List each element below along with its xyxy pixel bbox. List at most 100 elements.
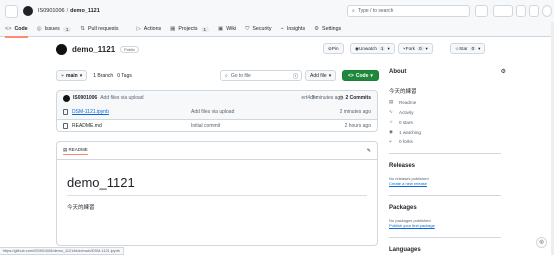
star-button[interactable]: ☆ Star 0 ▾ xyxy=(450,43,486,54)
file-controls: ⑂ main ▾ 1 Branch 0 Tags xyxy=(56,70,132,81)
copilot-chat-icon[interactable]: ◎ xyxy=(536,237,547,248)
file-commit-message[interactable]: Initial commit xyxy=(191,123,220,129)
fork-button[interactable]: ⑂ Fork 0 ▾ xyxy=(398,43,433,54)
create-release-link[interactable]: Create a new release xyxy=(389,181,501,186)
tab-icon: ◎ xyxy=(36,26,42,32)
readme-header: ▤ README ✎ xyxy=(57,142,377,160)
tab-count: 1 xyxy=(62,26,72,32)
tab-security[interactable]: ⛉ Security xyxy=(245,22,271,37)
search-icon: ⌕ xyxy=(225,72,228,79)
code-button[interactable]: <> Code ▾ xyxy=(342,70,379,81)
search-placeholder: Type / to search xyxy=(357,8,394,14)
about-item-Activity[interactable]: ∿ Activity xyxy=(389,109,501,115)
pin-label: Pin xyxy=(331,46,339,51)
avatar[interactable] xyxy=(542,5,552,17)
branch-icon: ⑂ xyxy=(61,72,65,79)
code-icon: <> xyxy=(348,72,354,79)
tab-icon: ▦ xyxy=(170,26,176,32)
about-item-watching[interactable]: ◉ 1 watching xyxy=(389,129,501,135)
file-icon xyxy=(63,122,68,129)
tab-label: Issues xyxy=(44,26,60,32)
commit-message[interactable]: Add files via upload xyxy=(100,95,143,101)
about-item-icon: ⑂ xyxy=(389,139,392,144)
create-new-button[interactable] xyxy=(493,5,513,17)
add-file-label: Add file xyxy=(310,72,327,79)
table-row[interactable]: README.md Initial commit 2 hours ago xyxy=(57,119,377,131)
tab-count: 1 xyxy=(200,26,210,32)
about-description: 今天的練習 xyxy=(389,89,417,95)
about-item-label: Readme xyxy=(399,99,417,105)
tab-code[interactable]: <> Code xyxy=(5,22,28,38)
visibility-badge: Public xyxy=(120,46,140,53)
about-item-label: 1 watching xyxy=(399,129,421,135)
file-time: 2 hours ago xyxy=(344,122,371,129)
owner-avatar[interactable] xyxy=(56,44,67,55)
about-item-forks[interactable]: ⑂ 0 forks xyxy=(389,139,501,144)
latest-commit-row: IS0901006 Add files via upload ert4dfe 3… xyxy=(57,91,377,105)
add-file-button[interactable]: Add file ▾ xyxy=(305,70,337,81)
about-item-label: 0 stars xyxy=(399,119,413,125)
file-name[interactable]: DSM-1121.ipynb xyxy=(72,109,202,115)
packages-title[interactable]: Packages xyxy=(389,205,501,211)
readme-tab-label: README xyxy=(68,146,88,152)
about-item-stars[interactable]: ☆ 0 stars xyxy=(389,119,501,125)
tab-label: Security xyxy=(252,26,272,32)
readme-title: demo_1121 xyxy=(67,175,367,196)
tab-wiki[interactable]: ▣ Wiki xyxy=(218,22,236,37)
go-to-file-shortcut: t xyxy=(293,73,298,79)
go-to-file-input[interactable]: ⌕ Go to file t xyxy=(220,70,302,81)
pull-requests-icon[interactable] xyxy=(529,5,539,17)
status-bar-url: https://github.com/IS0901006/demo_1121/b… xyxy=(0,247,124,255)
file-name[interactable]: README.md xyxy=(72,123,202,129)
branches-link[interactable]: 1 Branch xyxy=(93,73,113,79)
branch-selector[interactable]: ⑂ main ▾ xyxy=(56,70,88,81)
tab-settings[interactable]: ⚙ Settings xyxy=(314,22,341,37)
commits-count: 2 Commits xyxy=(345,95,371,101)
about-item-Readme[interactable]: ▤ Readme xyxy=(389,99,501,105)
about-item-icon: ▤ xyxy=(389,99,394,104)
readme-tab[interactable]: ▤ README xyxy=(63,147,88,155)
chevron-down-icon: ▾ xyxy=(79,72,83,79)
tab-projects[interactable]: ▦ Projects 1 xyxy=(170,22,210,37)
about-item-label: 0 forks xyxy=(399,139,413,144)
github-logo-icon[interactable] xyxy=(23,6,33,16)
commits-link[interactable]: ◷ 2 Commits xyxy=(339,95,371,101)
tab-pull-requests[interactable]: ⇅ Pull requests xyxy=(80,22,127,37)
copilot-button[interactable] xyxy=(475,5,488,17)
pencil-icon[interactable]: ✎ xyxy=(367,148,371,154)
breadcrumb: IS0901006 / demo_1121 xyxy=(38,8,100,14)
releases-title[interactable]: Releases xyxy=(389,163,501,169)
file-commit-message[interactable]: Add files via upload xyxy=(191,109,234,115)
chevron-down-icon: ▾ xyxy=(425,45,428,51)
tab-icon: ▷ xyxy=(136,26,141,32)
tags-link[interactable]: 0 Tags xyxy=(117,73,132,79)
pin-button[interactable]: ⊘ Pin xyxy=(323,43,344,54)
tab-icon: ⚙ xyxy=(314,26,320,32)
tab-actions[interactable]: ▷ Actions xyxy=(137,22,162,37)
menu-button[interactable] xyxy=(5,4,18,18)
search-input[interactable]: ⌕ Type / to search xyxy=(347,5,470,17)
table-row[interactable]: DSM-1121.ipynb Add files via upload 2 minu… xyxy=(57,105,377,119)
repo-title[interactable]: demo_1121 xyxy=(72,45,115,54)
breadcrumb-repo[interactable]: demo_1121 xyxy=(70,8,100,14)
commit-author[interactable]: IS0901006 xyxy=(73,95,97,101)
tab-label: Projects xyxy=(178,26,198,32)
breadcrumb-owner[interactable]: IS0901006 xyxy=(38,8,65,14)
chevron-down-icon: ▾ xyxy=(328,72,332,79)
tab-insights[interactable]: ⌁ Insights xyxy=(281,22,306,37)
repo-header: demo_1121 Public xyxy=(56,44,140,55)
issues-icon[interactable] xyxy=(516,5,526,17)
readme-panel: ▤ README ✎ demo_1121 今天的練習 xyxy=(56,141,378,246)
fork-label: Fork xyxy=(405,46,415,51)
unwatch-button[interactable]: ◉ Unwatch 1 ▾ xyxy=(350,43,395,54)
about-item-icon: ◉ xyxy=(389,129,394,134)
publish-package-link[interactable]: Publish your first package xyxy=(389,223,501,228)
tab-issues[interactable]: ◎ Issues 1 xyxy=(37,22,72,37)
commit-author-avatar[interactable] xyxy=(63,94,70,102)
tab-icon: <> xyxy=(5,26,12,32)
gear-icon[interactable]: ⚙ xyxy=(501,68,506,75)
tab-icon: ⇅ xyxy=(80,26,85,32)
code-label: Code xyxy=(355,72,369,79)
unwatch-label: Unwatch xyxy=(359,46,377,51)
star-count: 0 xyxy=(469,46,477,51)
